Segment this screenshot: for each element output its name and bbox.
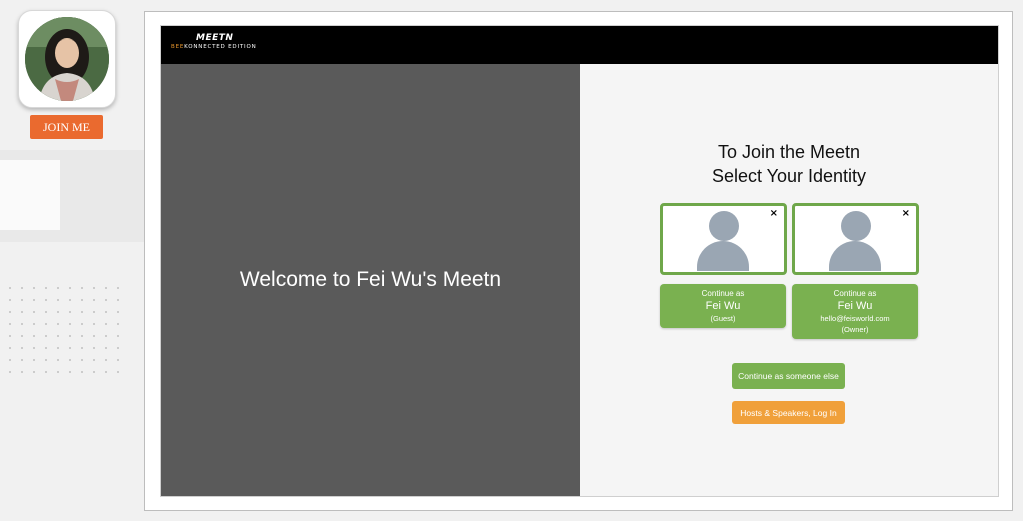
close-icon[interactable]: ×	[902, 208, 910, 219]
identity-name: Fei Wu	[705, 300, 741, 312]
identity-role: (Owner)	[841, 325, 869, 334]
background-dot-pattern	[4, 282, 124, 382]
profile-photo-illustration	[25, 17, 109, 101]
continue-as-someone-else-button[interactable]: Continue as someone else	[732, 363, 845, 389]
welcome-panel: Welcome to Fei Wu's Meetn	[161, 64, 580, 496]
meetn-logo: MEETN BEEKONNECTED EDITION	[171, 33, 257, 50]
continue-as-label: Continue as	[701, 289, 745, 298]
identity-panel: To Join the Meetn Select Your Identity ×…	[580, 64, 998, 496]
continue-as-owner-button[interactable]: Continue as Fei Wu hello@feisworld.com (…	[792, 284, 918, 339]
close-icon[interactable]: ×	[770, 208, 778, 219]
top-bar: MEETN BEEKONNECTED EDITION	[161, 26, 998, 64]
identity-name: Fei Wu	[837, 300, 873, 312]
identity-card-owner[interactable]: ×	[792, 203, 919, 275]
join-me-button[interactable]: JOIN ME	[30, 115, 103, 139]
continue-as-label: Continue as	[833, 289, 877, 298]
background-highlight	[0, 160, 60, 230]
identity-heading-line2: Select Your Identity	[711, 166, 867, 186]
identity-email: hello@feisworld.com	[820, 314, 890, 323]
logo-subtitle: BEEKONNECTED EDITION	[171, 44, 257, 50]
profile-photo	[25, 17, 109, 101]
meetn-app: MEETN BEEKONNECTED EDITION Welcome to Fe…	[160, 25, 999, 497]
identity-role: (Guest)	[710, 314, 736, 323]
host-avatar-card	[18, 10, 116, 108]
identity-heading-line1: To Join the Meetn	[717, 142, 861, 162]
logo-brand-highlight: BEE	[171, 44, 185, 50]
hosts-speakers-login-button[interactable]: Hosts & Speakers, Log In	[732, 401, 845, 424]
identity-heading: To Join the Meetn Select Your Identity	[580, 140, 998, 188]
logo-edition: EDITION	[228, 44, 257, 50]
continue-as-guest-button[interactable]: Continue as Fei Wu (Guest)	[660, 284, 786, 328]
identity-card-guest[interactable]: ×	[660, 203, 787, 275]
avatar-placeholder-icon	[829, 211, 881, 271]
logo-title: MEETN	[196, 33, 234, 43]
meetn-window: MEETN BEEKONNECTED EDITION Welcome to Fe…	[144, 11, 1013, 511]
avatar-placeholder-icon	[697, 211, 749, 271]
welcome-text: Welcome to Fei Wu's Meetn	[239, 268, 502, 291]
logo-brand-rest: KONNECTED	[184, 44, 226, 50]
